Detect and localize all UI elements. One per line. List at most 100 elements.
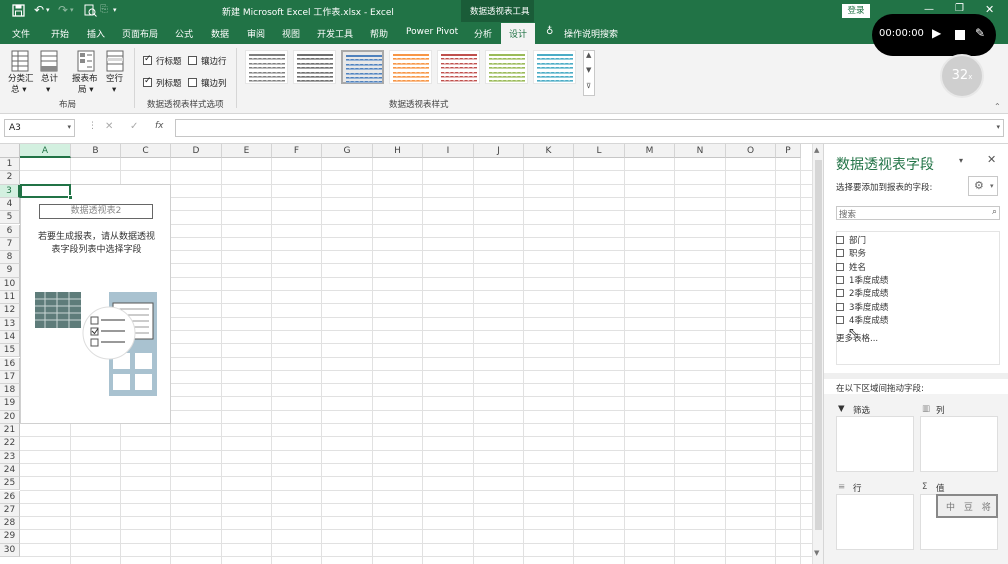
field-checkbox[interactable] [836,262,844,271]
field-item[interactable]: 4季度成绩 [836,314,888,326]
close-window-icon[interactable]: ✕ [985,3,994,16]
pivot-style-thumbnail[interactable] [485,50,528,84]
row-header[interactable]: 28 [0,517,20,531]
row-header[interactable]: 3 [0,184,20,198]
search-icon[interactable]: ⌕ [992,207,997,217]
row-header[interactable]: 4 [0,197,20,212]
pivot-style-thumbnail[interactable] [533,50,576,84]
undo-dropdown-icon[interactable]: ▾ [46,6,50,14]
field-checkbox[interactable] [836,249,844,258]
pivot-placeholder[interactable]: 数据透视表2 若要生成报表，请从数据透视 表字段列表中选择字段 [20,184,171,424]
save-icon[interactable] [12,4,26,17]
fill-handle[interactable] [68,195,73,200]
formula-expand-icon[interactable]: ▾ [996,123,1000,131]
row-header[interactable]: 24 [0,463,20,478]
tell-me-search[interactable]: 操作说明搜索 [564,27,618,40]
field-checkbox[interactable] [836,236,844,244]
row-header[interactable]: 9 [0,264,20,278]
name-box[interactable]: A3 ▾ [4,119,75,137]
row-header[interactable]: 12 [0,304,20,318]
selected-cell[interactable] [20,184,73,200]
tab-analyze[interactable]: 分析 [474,27,492,40]
insert-function-icon[interactable]: fx [155,121,164,131]
row-header[interactable]: 5 [0,211,20,225]
row-header[interactable]: 16 [0,357,20,371]
pane-splitter[interactable] [824,373,1008,379]
row-header[interactable]: 25 [0,477,20,491]
column-header[interactable]: B [71,144,121,158]
tab-page-layout[interactable]: 页面布局 [122,27,158,40]
column-header[interactable]: E [222,144,272,158]
banded-rows-checkbox[interactable] [188,56,197,65]
column-header[interactable]: M [625,144,675,158]
field-item[interactable]: 姓名 [836,261,866,273]
restore-icon[interactable]: ❐ [955,3,964,14]
banded-columns-checkbox[interactable] [188,78,197,87]
formula-input[interactable]: ▾ [175,119,1004,137]
tab-help[interactable]: 帮助 [370,27,388,40]
row-header[interactable]: 18 [0,384,20,398]
column-header[interactable]: L [574,144,625,158]
grand-totals-icon[interactable] [40,50,58,72]
column-header[interactable]: P [776,144,801,158]
row-header[interactable]: 7 [0,237,20,252]
rows-area[interactable] [836,494,914,550]
gallery-down-icon[interactable]: ▼ [586,66,591,74]
tab-home[interactable]: 开始 [51,27,69,40]
row-header[interactable]: 6 [0,224,20,238]
column-header[interactable]: I [423,144,474,158]
scroll-up-icon[interactable]: ▲ [814,146,819,154]
field-checkbox[interactable] [836,275,844,284]
field-item[interactable]: 职务 [836,247,866,259]
login-button[interactable]: 登录 [842,4,870,18]
pen-icon[interactable]: ✎ [975,26,985,40]
tab-formulas[interactable]: 公式 [175,27,193,40]
enter-icon[interactable]: ✓ [130,121,138,132]
pane-close-icon[interactable]: ✕ [987,153,996,166]
subtotals-icon[interactable] [11,50,29,72]
column-header[interactable]: O [726,144,776,158]
column-header[interactable]: J [474,144,524,158]
customize-qat-icon[interactable]: ▾ [113,6,117,14]
pivot-style-thumbnail[interactable] [293,50,336,84]
vertical-scrollbar[interactable]: ▲ ▼ [812,144,823,564]
tab-data[interactable]: 数据 [211,27,229,40]
worksheet-grid[interactable]: ABCDEFGHIJKLMNOP 1 2 3 4 5 6 7 8 9 10 11 12 13 14 15 16… [0,144,823,564]
row-header[interactable]: 22 [0,437,20,451]
cancel-icon[interactable]: ✕ [105,121,113,132]
field-item[interactable]: 2季度成绩 [836,287,888,299]
row-header[interactable]: 15 [0,344,20,358]
row-header[interactable]: 27 [0,503,20,518]
column-header[interactable]: A [20,144,71,158]
row-headers-checkbox[interactable] [143,54,152,65]
column-header[interactable]: H [373,144,423,158]
row-header[interactable]: 10 [0,277,20,291]
row-header[interactable]: 26 [0,490,20,504]
pivot-style-thumbnail[interactable] [341,50,384,84]
row-header[interactable]: 19 [0,397,20,411]
field-checkbox[interactable] [836,289,844,298]
row-header[interactable]: 17 [0,370,20,385]
tab-file[interactable]: 文件 [12,27,30,40]
gallery-more-icon[interactable]: ⊽ [586,82,591,90]
tools-button[interactable]: ⚙ ▾ [968,176,998,196]
column-header[interactable]: G [322,144,373,158]
row-header[interactable]: 8 [0,251,20,265]
row-header[interactable]: 21 [0,424,20,438]
tab-review[interactable]: 审阅 [247,27,265,40]
row-header[interactable]: 29 [0,530,20,544]
blank-rows-icon[interactable] [106,50,124,72]
row-header[interactable]: 13 [0,317,20,331]
gallery-scroll[interactable]: ▲ ▼ ⊽ [583,50,595,96]
print-preview-icon[interactable] [84,4,97,17]
name-box-dropdown-icon[interactable]: ▾ [67,123,71,131]
columns-area[interactable] [920,416,998,472]
tab-view[interactable]: 视图 [282,27,300,40]
row-header[interactable]: 20 [0,410,20,424]
pane-options-icon[interactable]: ▾ [959,156,963,165]
tab-design[interactable]: 设计 [501,23,535,44]
pivot-style-thumbnail[interactable] [245,50,288,84]
pivot-style-thumbnail[interactable] [389,50,432,84]
row-header[interactable]: 2 [0,171,20,185]
column-header[interactable]: D [171,144,222,158]
